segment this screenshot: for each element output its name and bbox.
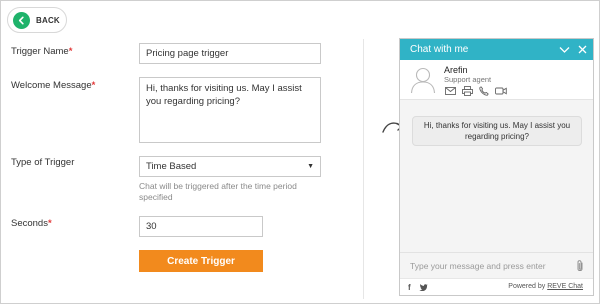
welcome-message-bubble: Hi, thanks for visiting us. May I assist… [412,116,582,146]
required-mark: * [47,218,52,229]
trigger-type-value: Time Based [146,161,197,172]
brand-link[interactable]: REVE Chat [547,283,583,290]
required-mark: * [91,80,96,91]
agent-card: Arefin Support agent [400,60,593,100]
phone-icon[interactable] [478,86,490,96]
seconds-label-text: Seconds [11,218,48,229]
chat-header: Chat with me [400,39,593,60]
trigger-type-select[interactable]: Time Based ▼ [139,156,321,177]
chat-footer: f Powered by REVE Chat [400,278,593,295]
seconds-input[interactable]: 30 [139,216,263,237]
video-icon[interactable] [495,86,507,96]
chat-widget-preview: Chat with me Arefin Support agent Hi, th… [399,38,594,296]
chat-composer[interactable]: Type your message and press enter [400,252,593,278]
welcome-message-value: Hi, thanks for visiting us. May I assist… [146,83,302,107]
trigger-type-helper: Chat will be triggered after the time pe… [139,181,297,202]
welcome-message-textarea[interactable]: Hi, thanks for visiting us. May I assist… [139,77,321,143]
twitter-icon[interactable] [418,283,428,291]
chat-message-input[interactable]: Type your message and press enter [410,261,546,271]
panel-divider [363,39,364,299]
social-links: f [408,283,428,292]
trigger-name-input[interactable]: Pricing page trigger [139,43,321,64]
agent-name: Arefin [444,65,468,75]
close-icon[interactable] [578,45,587,54]
agent-role: Support agent [444,75,492,84]
trigger-type-label: Type of Trigger [11,157,75,168]
paperclip-icon[interactable] [576,259,584,278]
print-icon[interactable] [461,86,473,96]
required-mark: * [68,46,73,57]
chevron-down-icon[interactable] [559,46,570,54]
caret-down-icon: ▼ [307,163,314,170]
trigger-editor: BACK Trigger Name* Pricing page trigger … [0,0,600,304]
arrow-left-icon [13,11,30,29]
trigger-name-label: Trigger Name* [11,46,72,57]
seconds-value: 30 [146,221,157,232]
chat-title: Chat with me [410,44,469,55]
trigger-name-label-text: Trigger Name [11,46,69,57]
welcome-message-label: Welcome Message* [11,80,95,91]
powered-by: Powered by REVE Chat [508,283,583,290]
facebook-icon[interactable]: f [408,283,411,292]
welcome-message-label-text: Welcome Message [11,80,92,91]
back-label: BACK [36,15,60,25]
chat-header-actions [559,45,587,54]
avatar-icon [409,65,437,95]
powered-by-text: Powered by [508,283,546,290]
back-button[interactable]: BACK [7,7,67,33]
agent-actions [444,86,507,96]
trigger-name-value: Pricing page trigger [146,48,229,59]
create-trigger-button[interactable]: Create Trigger [139,250,263,272]
email-icon[interactable] [444,86,456,96]
seconds-label: Seconds* [11,218,52,229]
